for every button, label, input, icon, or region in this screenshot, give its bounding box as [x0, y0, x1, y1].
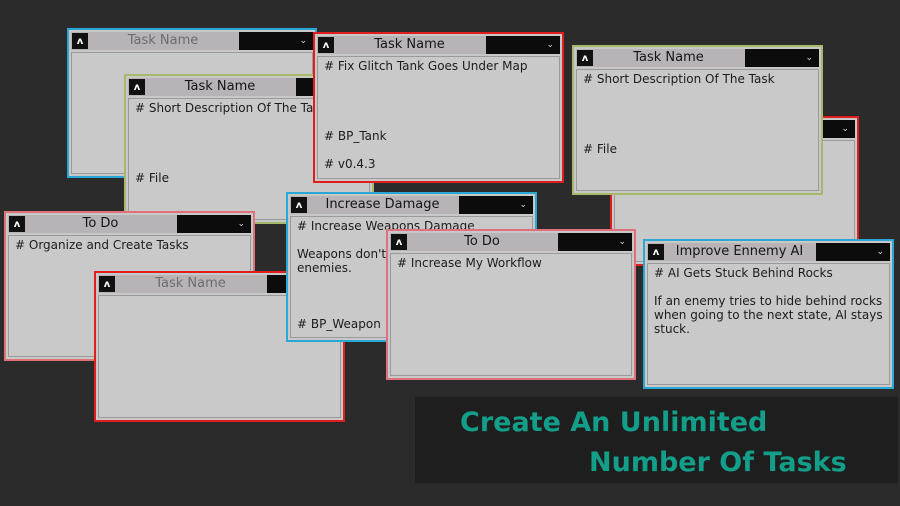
chevron-down-icon: ⌄ — [519, 200, 527, 210]
collapse-icon[interactable]: ʌ — [9, 216, 25, 232]
chevron-down-icon: ⌄ — [841, 124, 849, 134]
status-dropdown[interactable]: ⌄ — [177, 215, 251, 233]
card-title[interactable]: Task Name — [89, 32, 237, 50]
collapse-icon[interactable]: ʌ — [318, 37, 334, 53]
card-line: stuck. — [654, 322, 690, 336]
card-title[interactable]: Task Name — [335, 36, 484, 54]
chevron-down-icon: ⌄ — [299, 36, 307, 46]
card-body[interactable]: # Fix Glitch Tank Goes Under Map # BP_Ta… — [317, 56, 560, 179]
chevron-down-icon: ⌄ — [237, 219, 245, 229]
card-title[interactable]: To Do — [408, 233, 556, 251]
banner-line-2: Number Of Tasks — [589, 447, 847, 478]
collapse-icon[interactable]: ʌ — [99, 276, 115, 292]
card-header[interactable]: ʌ Task Name ⌄ — [317, 36, 560, 54]
card-title[interactable]: Increase Damage — [308, 196, 457, 214]
card-header[interactable]: ʌ To Do ⌄ — [390, 233, 632, 251]
collapse-icon[interactable]: ʌ — [391, 234, 407, 250]
chevron-down-icon: ⌄ — [618, 237, 626, 247]
task-card[interactable]: ʌ Task Name ⌄ # Short Description Of The… — [572, 45, 823, 195]
collapse-icon[interactable]: ʌ — [577, 50, 593, 66]
banner-line-1: Create An Unlimited — [460, 407, 768, 438]
card-header[interactable]: ʌ To Do ⌄ — [8, 215, 251, 233]
status-dropdown[interactable]: ⌄ — [239, 32, 313, 50]
card-body[interactable]: # Increase My Workflow — [390, 253, 632, 376]
card-line: # File — [583, 142, 617, 156]
card-line: # v0.4.3 — [324, 157, 376, 171]
collapse-icon[interactable]: ʌ — [129, 79, 145, 95]
card-header[interactable]: ʌ Task Name ⌄ — [71, 32, 313, 50]
card-line: when going to the next state, AI stays — [654, 308, 883, 322]
card-title[interactable]: Task Name — [116, 275, 265, 293]
card-line: # AI Gets Stuck Behind Rocks — [654, 266, 833, 280]
card-title[interactable]: To Do — [26, 215, 175, 233]
task-card[interactable]: ʌ Improve Ennemy AI ⌄ # AI Gets Stuck Be… — [643, 239, 894, 389]
chevron-down-icon: ⌄ — [546, 40, 554, 50]
promo-banner: Create An Unlimited Number Of Tasks — [415, 397, 898, 483]
chevron-down-icon: ⌄ — [876, 247, 884, 257]
card-line: # BP_Tank — [324, 129, 387, 143]
status-dropdown[interactable]: ⌄ — [558, 233, 632, 251]
card-header[interactable]: ʌ Increase Damage ⌄ — [290, 196, 533, 214]
collapse-icon[interactable]: ʌ — [291, 197, 307, 213]
card-body[interactable]: # AI Gets Stuck Behind Rocks If an enemy… — [647, 263, 890, 385]
card-line: # Short Description Of The Task — [583, 72, 775, 86]
chevron-down-icon: ⌄ — [805, 53, 813, 63]
card-header[interactable]: ʌ Task Name ⌄ — [576, 49, 819, 67]
card-body[interactable]: # Short Description Of The Task # File — [576, 69, 819, 191]
card-title[interactable]: Improve Ennemy AI — [665, 243, 814, 261]
status-dropdown[interactable]: ⌄ — [816, 243, 890, 261]
status-dropdown[interactable]: ⌄ — [745, 49, 819, 67]
card-title[interactable]: Task Name — [594, 49, 743, 67]
card-header[interactable]: ʌ Improve Ennemy AI ⌄ — [647, 243, 890, 261]
card-line: If an enemy tries to hide behind rocks — [654, 294, 883, 308]
status-dropdown[interactable]: ⌄ — [486, 36, 560, 54]
collapse-icon[interactable]: ʌ — [72, 33, 88, 49]
task-card[interactable]: ʌ To Do ⌄ # Increase My Workflow — [386, 229, 636, 380]
status-dropdown[interactable]: ⌄ — [459, 196, 533, 214]
card-line: # Fix Glitch Tank Goes Under Map — [324, 59, 528, 73]
card-line: # Organize and Create Tasks — [15, 238, 189, 252]
collapse-icon[interactable]: ʌ — [648, 244, 664, 260]
card-title[interactable]: Task Name — [146, 78, 294, 96]
card-line: # Increase My Workflow — [397, 256, 542, 270]
task-card[interactable]: ʌ Task Name ⌄ # Fix Glitch Tank Goes Und… — [313, 32, 564, 183]
